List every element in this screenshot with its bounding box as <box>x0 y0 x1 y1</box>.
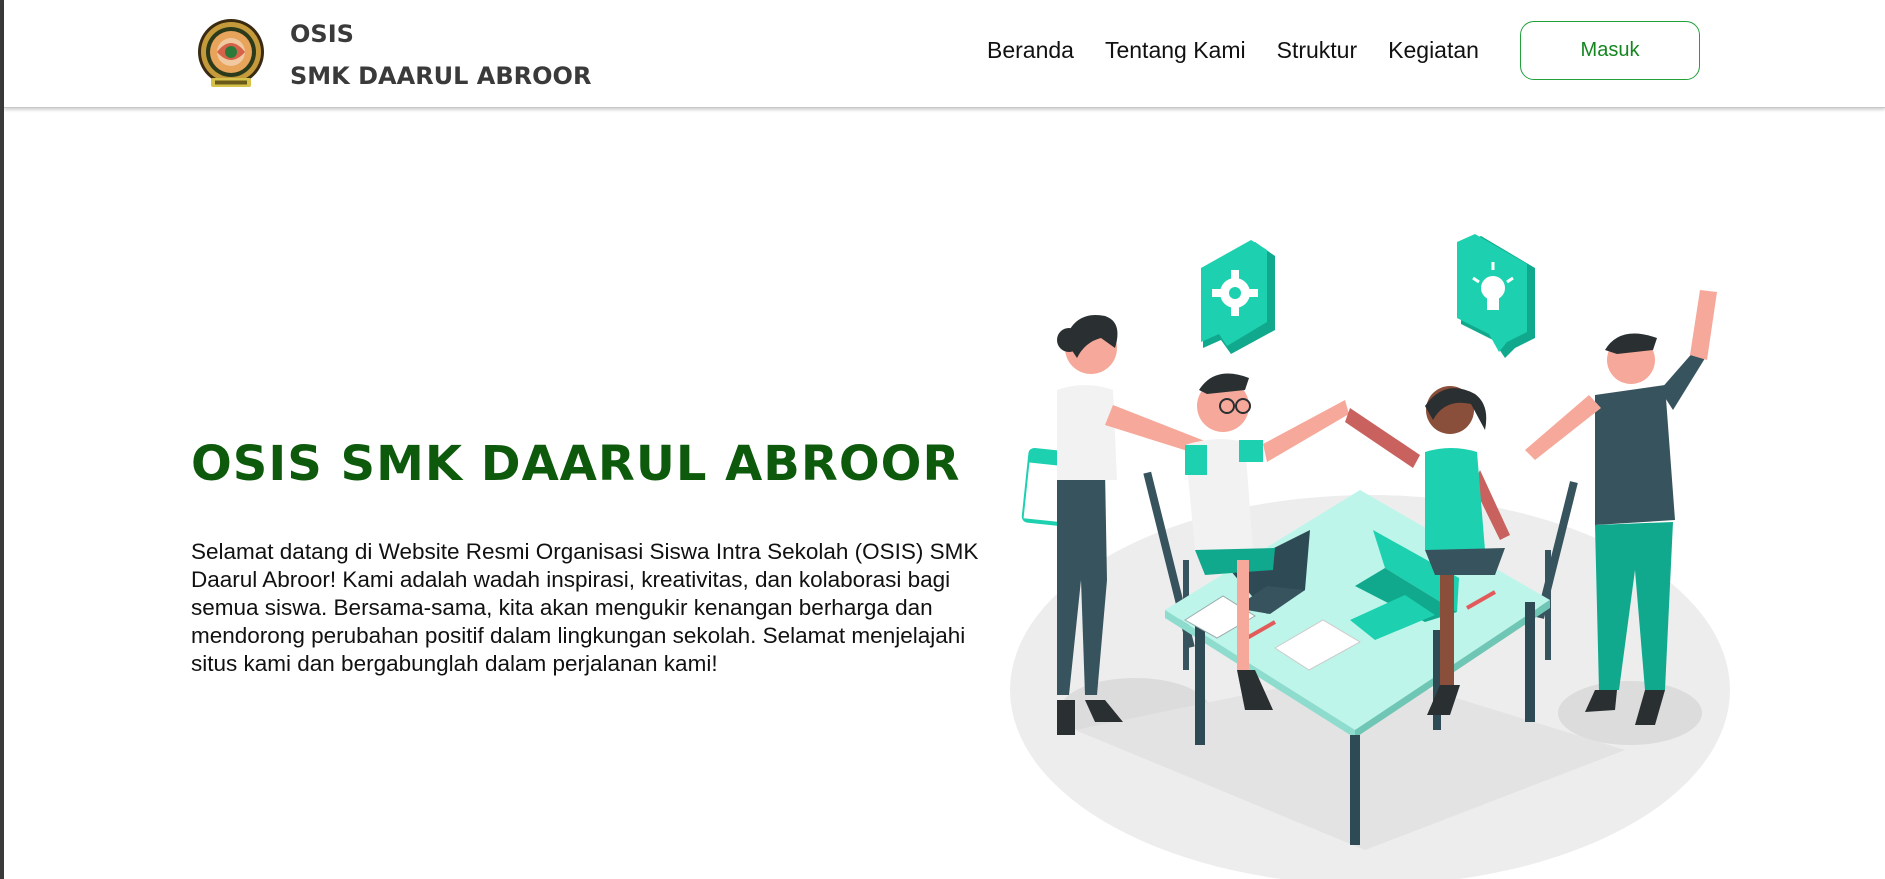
nav-link-struktur[interactable]: Struktur <box>1277 37 1358 64</box>
window-left-border <box>0 0 4 879</box>
team-illustration <box>1010 234 1730 879</box>
top-navbar: OSIS SMK DAARUL ABROOR Beranda Tentang K… <box>4 0 1885 108</box>
hero-title: OSIS SMK DAARUL ABROOR <box>191 436 961 492</box>
brand-line-school: SMK DAARUL ABROOR <box>290 62 592 90</box>
hero-description: Selamat datang di Website Resmi Organisa… <box>191 539 979 676</box>
school-emblem-icon <box>198 19 264 87</box>
floor-shadow-right <box>1558 681 1702 745</box>
gear-icon <box>1201 240 1275 354</box>
lightbulb-icon <box>1457 234 1535 358</box>
nav-link-beranda[interactable]: Beranda <box>987 37 1074 64</box>
main-nav: Beranda Tentang Kami Struktur Kegiatan <box>987 0 1479 101</box>
brand[interactable]: OSIS SMK DAARUL ABROOR <box>194 10 591 100</box>
brand-line-osis: OSIS <box>290 20 354 48</box>
login-button[interactable]: Masuk <box>1520 21 1700 80</box>
nav-link-kegiatan[interactable]: Kegiatan <box>1388 37 1479 64</box>
nav-link-tentang-kami[interactable]: Tentang Kami <box>1105 37 1246 64</box>
